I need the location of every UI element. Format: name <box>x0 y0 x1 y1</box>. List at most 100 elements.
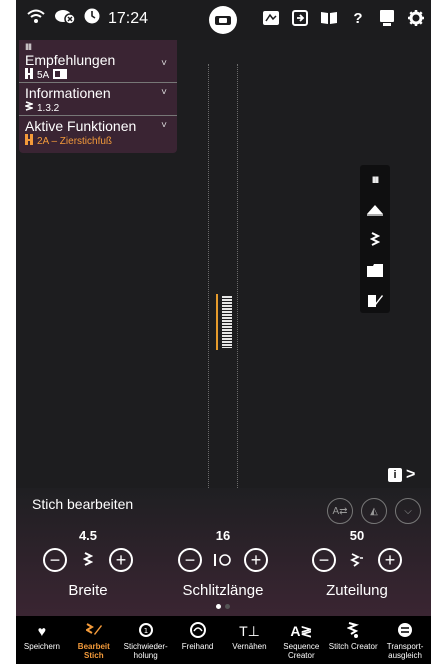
buttonhole-stitch-preview <box>216 294 232 350</box>
tie-off-icon: T⊥ <box>239 623 260 639</box>
stitch-pattern <box>222 296 232 348</box>
nav-stitch-creator[interactable]: Stitch Creator <box>327 616 379 664</box>
exit-icon[interactable] <box>291 9 309 27</box>
heart-icon: ♥ <box>37 623 47 639</box>
density-control: 50 − + Zuteilung <box>297 528 417 599</box>
page-dot-1[interactable] <box>216 604 221 609</box>
nav-label: Speichern <box>23 642 60 651</box>
info-panel: IIII Empfehlungen ˅ 5A Informationen ˅ 1… <box>19 40 177 153</box>
help-icon[interactable]: ? <box>349 9 367 27</box>
bars-icon[interactable]: IIII <box>366 171 384 189</box>
book-icon[interactable] <box>320 9 338 27</box>
guide-line-right <box>237 64 238 488</box>
recommendations-title: Empfehlungen <box>25 52 116 68</box>
status-bar: 17:24 ? <box>16 0 431 40</box>
density-decrease-button[interactable]: − <box>312 548 336 572</box>
buttonhole-length-icon <box>214 550 232 570</box>
nav-tie-off[interactable]: T⊥ Vernähen <box>224 616 276 664</box>
svg-text:1: 1 <box>143 627 147 635</box>
stabilizer-icon <box>53 68 68 82</box>
edit-icon[interactable] <box>366 291 384 309</box>
slit-length-decrease-button[interactable]: − <box>178 548 202 572</box>
embroidery-icon[interactable] <box>262 9 280 27</box>
nav-edit-stitch[interactable]: Bearbeit Stich <box>68 616 120 664</box>
edit-stitch-icon <box>84 622 102 640</box>
page-indicator[interactable] <box>216 604 230 609</box>
balance-icon <box>397 622 413 640</box>
active-functions-value-row: 2A – Zierstichfuß <box>25 134 171 148</box>
chevron-right-icon: > <box>406 466 416 483</box>
stitch-density-icon <box>348 550 366 570</box>
stitch-start-marker <box>216 294 218 350</box>
nav-feed-balance[interactable]: Transport-ausgleich <box>379 616 431 664</box>
mirror-side-icon[interactable]: ◭ <box>361 498 387 524</box>
density-value: 50 <box>349 528 365 543</box>
status-time: 17:24 <box>108 9 149 27</box>
nav-label: Bearbeit Stich <box>77 642 110 660</box>
panel-bars: IIII <box>25 42 32 52</box>
width-increase-button[interactable]: + <box>109 548 133 572</box>
clock-icon <box>84 8 100 29</box>
mirror-stitch-icon[interactable]: A⇄ <box>327 498 353 524</box>
nav-repeat[interactable]: 1 Stichwieder-holung <box>120 616 172 664</box>
guide-line-left <box>208 64 209 488</box>
info-icon: i <box>388 468 402 482</box>
edit-stitch-panel: Stich bearbeiten A⇄ ◭ ⌵ 4.5 − + Breite 1… <box>16 488 431 616</box>
nav-freehand[interactable]: Freihand <box>172 616 224 664</box>
sequence-icon: A≷ <box>290 623 313 639</box>
right-toolbar: IIII <box>360 165 390 313</box>
information-title: Informationen <box>25 85 111 101</box>
active-functions-title: Aktive Funktionen <box>25 118 137 134</box>
recommendations-value-row: 5A <box>25 68 171 82</box>
stitch-width-icon <box>79 550 97 570</box>
nav-label: Transport-ausgleich <box>386 642 424 660</box>
density-increase-button[interactable]: + <box>378 548 402 572</box>
recommended-foot: 5A <box>37 69 50 81</box>
width-decrease-button[interactable]: − <box>43 548 67 572</box>
active-foot: 2A – Zierstichfuß <box>37 135 113 147</box>
window-icon[interactable] <box>378 9 396 27</box>
chevron-down-icon[interactable]: ˅ <box>161 58 167 69</box>
slit-length-label: Schlitzlänge <box>182 582 264 599</box>
width-label: Breite <box>68 582 108 599</box>
folder-icon[interactable] <box>366 261 384 279</box>
cloud-off-icon <box>54 8 76 29</box>
nav-label: Vernähen <box>232 642 267 651</box>
mirror-vertical-icon[interactable]: ⌵ <box>395 498 421 524</box>
status-left: 17:24 <box>26 8 148 29</box>
embroidery-mode-button[interactable] <box>209 6 237 34</box>
slit-length-control: 16 − + Schlitzlänge <box>163 528 283 599</box>
edit-panel-title: Stich bearbeiten <box>32 496 134 512</box>
stitch-icon <box>23 101 35 115</box>
stitch-icon[interactable] <box>366 231 384 249</box>
gear-icon[interactable] <box>407 9 425 27</box>
slit-length-increase-button[interactable]: + <box>244 548 268 572</box>
information-value-row: 1.3.2 <box>23 101 171 115</box>
presser-foot-icon <box>25 68 33 82</box>
nav-save[interactable]: ♥ Speichern <box>16 616 68 664</box>
stitch-creator-icon <box>346 622 360 640</box>
nav-label: Freihand <box>181 642 214 651</box>
active-functions-section[interactable]: Aktive Funktionen ˅ 2A – Zierstichfuß <box>19 116 177 148</box>
info-toggle-button[interactable]: i > <box>388 463 428 487</box>
stitch-number: 1.3.2 <box>37 102 60 114</box>
slit-length-value: 16 <box>215 528 231 543</box>
information-section[interactable]: Informationen ˅ 1.3.2 <box>19 83 177 116</box>
nav-label: Sequence Creator <box>283 642 320 660</box>
width-control: 4.5 − + Breite <box>28 528 148 599</box>
nav-sequence-creator[interactable]: A≷ Sequence Creator <box>275 616 327 664</box>
bottom-nav: ♥ Speichern Bearbeit Stich 1 Stichwieder… <box>16 616 431 664</box>
status-right: ? <box>262 9 425 27</box>
page-dot-2[interactable] <box>225 604 230 609</box>
app-frame: 17:24 ? IIII Empfehlungen ˅ 5A Informati… <box>16 0 431 664</box>
presser-foot-icon[interactable] <box>366 201 384 219</box>
chevron-down-icon[interactable]: ˅ <box>161 87 167 98</box>
presser-foot-icon <box>25 134 33 148</box>
nav-label: Stitch Creator <box>328 642 378 651</box>
density-label: Zuteilung <box>326 582 388 599</box>
chevron-down-icon[interactable]: ˅ <box>161 120 167 131</box>
width-value: 4.5 <box>78 528 98 543</box>
recommendations-section[interactable]: IIII Empfehlungen ˅ 5A <box>19 40 177 83</box>
nav-label: Stichwieder-holung <box>123 642 168 660</box>
wifi-icon <box>26 8 46 29</box>
